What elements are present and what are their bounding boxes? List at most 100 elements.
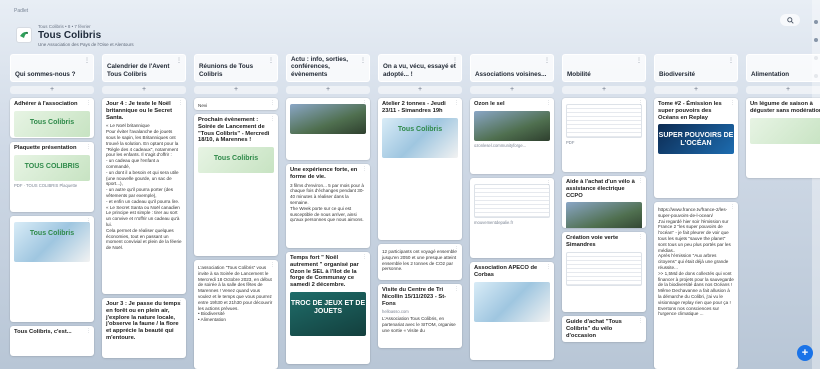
card-menu-icon[interactable]: ⋮	[638, 178, 643, 184]
post-card[interactable]: ⋮ Nevi	[194, 98, 278, 110]
column-header[interactable]: Actu : info, sorties, conférences, évène…	[286, 54, 370, 82]
post-card[interactable]: ⋮ https://www.france.tv/france-2/les-supe…	[654, 202, 738, 369]
breadcrumb[interactable]: Tous Colibris • 8 • 7 février	[38, 24, 91, 29]
column-header[interactable]: Alimentation⋮	[746, 54, 820, 82]
card-menu-icon[interactable]: ⋮	[362, 100, 367, 106]
card-link-meta[interactable]: helloasso.com	[382, 309, 458, 314]
add-post-button[interactable]: +	[797, 345, 813, 361]
card-link-meta[interactable]: ozonlesel.communityforge...	[474, 143, 550, 148]
post-card[interactable]: ⋮ Ozon le sel ozonlesel.communityforge...	[470, 98, 554, 174]
add-card-button[interactable]: +	[470, 86, 554, 94]
post-card[interactable]: ⋮ L'association "Tous Colibris" vous invi…	[194, 260, 278, 369]
column-header[interactable]: Associations voisines... ⋮	[470, 54, 554, 82]
post-card[interactable]: ⋮Un légume de saison à déguster sans mod…	[746, 98, 820, 178]
card-attachment-preview[interactable]: Tous Colibris	[198, 147, 274, 174]
column-menu-icon[interactable]: ⋮	[268, 57, 274, 64]
card-attachment-preview[interactable]: Tous Colibris	[14, 222, 90, 262]
post-card[interactable]: ⋮ Aide à l'achat d'un vélo à assistance é…	[562, 176, 646, 228]
post-card[interactable]: ⋮ Atelier 2 tonnes - Jeudi 23/11 - Simand…	[378, 98, 462, 240]
post-card[interactable]: ⋮ Guide d'achat "Tous Colibris" du vélo d…	[562, 316, 646, 342]
card-menu-icon[interactable]: ⋮	[86, 218, 91, 224]
card-attachment-preview[interactable]	[566, 104, 642, 138]
rail-icon[interactable]	[814, 38, 818, 42]
card-attachment-preview[interactable]: TROC DE JEUX ET DE JOUETS	[290, 291, 366, 336]
card-menu-icon[interactable]: ⋮	[638, 318, 643, 324]
card-attachment-preview[interactable]	[474, 110, 550, 141]
card-menu-icon[interactable]: ⋮	[270, 262, 275, 268]
card-menu-icon[interactable]: ⋮	[638, 100, 643, 106]
card-menu-icon[interactable]: ⋮	[454, 100, 459, 106]
card-attachment-preview[interactable]: SUPER POUVOIRS DE L'OCÉAN	[658, 124, 734, 155]
card-attachment-preview[interactable]	[474, 184, 550, 218]
post-card[interactable]: ⋮ Association APECO de Corbas	[470, 262, 554, 360]
card-menu-icon[interactable]: ⋮	[270, 116, 275, 122]
card-menu-icon[interactable]: ⋮	[638, 234, 643, 240]
column-header[interactable]: Qui sommes-nous ? ⋮	[10, 54, 94, 82]
card-attachment-preview[interactable]: TOUS COLIBRIS	[14, 154, 90, 181]
add-card-button[interactable]: +	[654, 86, 738, 94]
card-link-meta[interactable]: mouvementdepalie.fr	[474, 220, 550, 225]
column-menu-icon[interactable]: ⋮	[544, 57, 550, 64]
add-card-button[interactable]: +	[562, 86, 646, 94]
post-card[interactable]: ⋮ Tome #2 - Émission les super pouvoirs d…	[654, 98, 738, 198]
column-menu-icon[interactable]: ⋮	[636, 57, 642, 64]
card-menu-icon[interactable]: ⋮	[178, 300, 183, 306]
card-attachment-preview[interactable]: Tous Colibris	[382, 117, 458, 158]
brand-name[interactable]: Padlet	[14, 8, 28, 14]
card-attachment-preview[interactable]	[474, 281, 550, 322]
column-menu-icon[interactable]: ⋮	[360, 57, 366, 64]
column-header[interactable]: Réunions de Tous Colibris ⋮	[194, 54, 278, 82]
card-menu-icon[interactable]: ⋮	[546, 264, 551, 270]
post-card[interactable]: ⋮ mouvementdepalie.fr	[470, 178, 554, 258]
card-menu-icon[interactable]: ⋮	[178, 100, 183, 106]
column-menu-icon[interactable]: ⋮	[728, 57, 734, 64]
column-header[interactable]: Biodiversité ⋮	[654, 54, 738, 82]
post-card[interactable]: ⋮ Tous Colibris, c'est...	[10, 326, 94, 356]
add-card-button[interactable]: +	[102, 86, 186, 94]
post-card[interactable]: ⋮Adhérer à l'associationTous Colibrishel…	[10, 98, 94, 138]
post-card[interactable]: ⋮ 12 participants ont voyagé ensemble jus…	[378, 244, 462, 280]
card-attachment-preview[interactable]	[750, 117, 820, 144]
post-card[interactable]: ⋮ Une expérience forte, en forme de vie. 3…	[286, 164, 370, 248]
add-card-button[interactable]: +	[378, 86, 462, 94]
card-menu-icon[interactable]: ⋮	[546, 100, 551, 106]
card-menu-icon[interactable]: ⋮	[86, 328, 91, 334]
card-menu-icon[interactable]: ⋮	[730, 204, 735, 210]
card-menu-icon[interactable]: ⋮	[362, 166, 367, 172]
post-card[interactable]: ⋮ Création voie verte Simandres	[562, 232, 646, 312]
card-menu-icon[interactable]: ⋮	[546, 180, 551, 186]
column-menu-icon[interactable]: ⋮	[452, 57, 458, 64]
post-card[interactable]: ⋮ Visite du Centre de Tri Nicollin 15/11/…	[378, 284, 462, 348]
card-attachment-preview[interactable]: Tous Colibris	[14, 110, 90, 137]
rail-icon[interactable]	[814, 20, 818, 24]
card-menu-icon[interactable]: ⋮	[730, 100, 735, 106]
card-menu-icon[interactable]: ⋮	[86, 100, 91, 106]
card-link-meta[interactable]: PDF	[566, 140, 642, 145]
card-attachment-preview[interactable]	[290, 104, 366, 134]
column-header[interactable]: Mobilité ⋮	[562, 54, 646, 82]
card-menu-icon[interactable]: ⋮	[86, 144, 91, 150]
add-card-button[interactable]: +	[194, 86, 278, 94]
column-menu-icon[interactable]: ⋮	[176, 57, 182, 64]
column-header[interactable]: On a vu, vécu, essayé et adopté... ! ⋮	[378, 54, 462, 82]
post-card[interactable]: ⋮ PDF	[562, 98, 646, 172]
card-menu-icon[interactable]: ⋮	[454, 286, 459, 292]
post-card[interactable]: ⋮ Tous Colibris	[10, 216, 94, 322]
card-menu-icon[interactable]: ⋮	[454, 246, 459, 252]
column-menu-icon[interactable]: ⋮	[84, 57, 90, 64]
card-attachment-preview[interactable]	[566, 251, 642, 286]
card-menu-icon[interactable]: ⋮	[362, 254, 367, 260]
post-card[interactable]: ⋮ Prochain évènement : Soirée de Lancemen…	[194, 114, 278, 256]
card-link-meta[interactable]: PDF · TOUS COLIBRIS Plaquette	[14, 183, 90, 188]
card-attachment-preview[interactable]	[566, 202, 642, 228]
add-card-button[interactable]: +	[746, 86, 820, 94]
column-header[interactable]: Calendrier de l'Avent Tous Colibris ⋮	[102, 54, 186, 82]
post-card[interactable]: ⋮ Jour 3 : Je passe du temps en forêt ou …	[102, 298, 186, 358]
post-card[interactable]: ⋮ Plaquette présentation TOUS COLIBRIS PDF …	[10, 142, 94, 212]
card-menu-icon[interactable]: ⋮	[270, 100, 275, 106]
post-card[interactable]: ⋮ Temps fort " Noël autrement " organisé …	[286, 252, 370, 364]
search-button[interactable]	[780, 14, 800, 26]
add-card-button[interactable]: +	[10, 86, 94, 94]
add-card-button[interactable]: +	[286, 86, 370, 94]
post-card[interactable]: ⋮	[286, 98, 370, 160]
